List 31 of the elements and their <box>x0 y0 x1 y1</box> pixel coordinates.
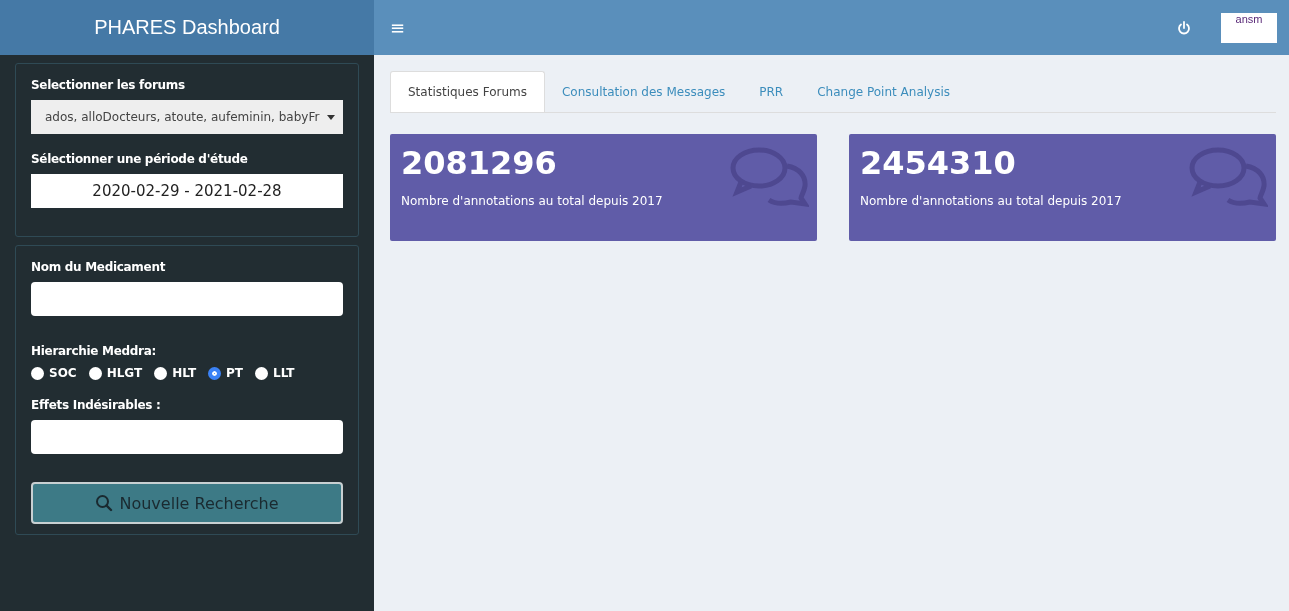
field-label: Effets Indésirables : <box>31 398 162 412</box>
box-caption: Nombre d'annotations au total depuis 2017 <box>401 194 663 208</box>
search-icon <box>95 494 114 512</box>
radio-button[interactable] <box>208 366 222 380</box>
logo-text: ansm <box>1235 12 1263 25</box>
radio-option[interactable]: PT <box>208 366 244 380</box>
tab[interactable]: Statistiques Forums <box>390 71 545 112</box>
field-label: Hierarchie Meddra: <box>31 344 157 358</box>
box-value: 2454310 <box>860 144 1017 182</box>
field-label: Nom du Medicament <box>31 260 167 274</box>
field-label: Selectionner les forums <box>31 78 186 92</box>
radio-button[interactable] <box>255 366 269 380</box>
caret-icon <box>327 114 335 120</box>
chat-bubbles-icon <box>729 146 809 208</box>
field-label: Sélectionner une période d'étude <box>31 152 249 166</box>
date-range-field[interactable]: 2020-02-29 - 2021-02-28 <box>31 174 343 208</box>
radio-button[interactable] <box>154 366 168 380</box>
radio-option[interactable]: SOC <box>31 366 77 380</box>
radio-button[interactable] <box>88 366 102 380</box>
chat-bubbles-icon <box>1188 146 1268 208</box>
radio-option[interactable]: HLT <box>154 366 197 380</box>
power-icon[interactable] <box>1177 20 1191 35</box>
box-caption: Nombre d'annotations au total depuis 2017 <box>860 194 1122 208</box>
forum-dropdown[interactable]: ados, alloDocteurs, atoute, aufeminin, babyFr <box>31 100 343 134</box>
app-title: PHARES Dashboard <box>94 16 280 39</box>
input-field[interactable] <box>31 282 343 316</box>
radio-button[interactable] <box>31 366 44 380</box>
input-field[interactable] <box>31 420 343 454</box>
radio-option[interactable]: HLGT <box>88 366 143 380</box>
box-value: 2081296 <box>401 144 558 182</box>
radio-option[interactable]: LLT <box>255 366 295 380</box>
